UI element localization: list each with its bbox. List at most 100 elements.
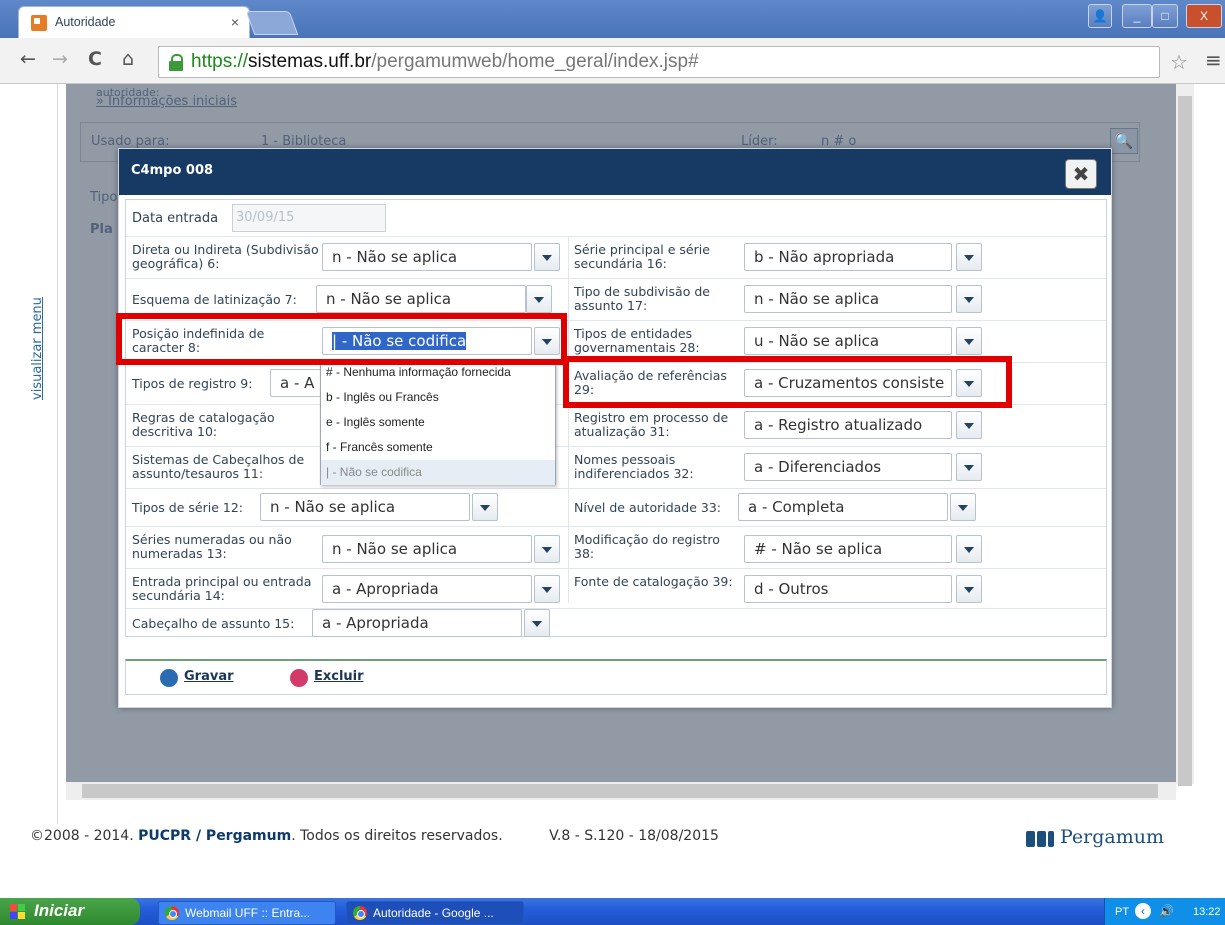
lock-icon — [169, 54, 183, 71]
cabecalho-assunto-label: Cabeçalho de assunto 15: — [132, 616, 295, 631]
clock: 13:22 — [1193, 906, 1221, 918]
reload-icon[interactable]: C — [88, 48, 102, 70]
tipos-entidades-select[interactable]: u - Não se aplica — [744, 327, 952, 355]
usado-para-label: Usado para: — [91, 134, 170, 149]
chevron-down-icon[interactable] — [956, 411, 982, 439]
entrada-principal-select[interactable]: a - Apropriada — [322, 575, 532, 603]
back-icon[interactable]: ← — [20, 48, 36, 70]
dropdown-option-selected[interactable]: | - Não se codifica — [321, 460, 555, 485]
chevron-down-icon[interactable] — [472, 493, 498, 521]
new-tab-button[interactable] — [245, 11, 299, 35]
start-button[interactable]: Iniciar — [0, 898, 140, 925]
tipos-serie-select[interactable]: n - Não se aplica — [260, 493, 470, 521]
minimize-button[interactable]: _ — [1122, 4, 1152, 28]
volume-icon[interactable]: 🔊 — [1159, 904, 1174, 918]
browser-tab[interactable]: Autoridade × — [18, 6, 250, 38]
page-footer: ©2008 - 2014. PUCPR / Pergamum. Todos os… — [30, 828, 1190, 848]
direta-select[interactable]: n - Não se aplica — [322, 243, 532, 271]
home-icon[interactable]: ⌂ — [122, 48, 134, 70]
taskbar-item-autoridade-label: Autoridade - Google ... — [373, 906, 494, 920]
chevron-down-icon[interactable] — [524, 609, 550, 637]
dropdown-option[interactable]: e - Inglês somente — [321, 410, 555, 435]
chevron-down-icon[interactable] — [534, 575, 560, 603]
bookmark-star-icon[interactable]: ☆ — [1170, 50, 1188, 74]
pergamum-logo-text: Pergamum — [1060, 826, 1165, 848]
vertical-scrollbar[interactable] — [1176, 84, 1194, 786]
tipo-label: Tipo — [90, 190, 118, 205]
chevron-down-icon[interactable] — [956, 285, 982, 313]
form-row: Regras de catalogação descritiva 10: Reg… — [126, 405, 1106, 447]
modificacao-select[interactable]: # - Não se aplica — [744, 535, 952, 563]
nivel-autoridade-label: Nível de autoridade 33: — [574, 500, 722, 515]
field-form: Data entrada 30/09/15 Direta ou Indireta… — [125, 199, 1107, 637]
form-row: Entrada principal ou entrada secundária … — [126, 569, 1106, 609]
info-link[interactable]: » Informações iniciais — [96, 94, 237, 109]
dropdown-option[interactable]: f - Francês somente — [321, 435, 555, 460]
tab-title: Autoridade — [55, 15, 116, 29]
taskbar-item-webmail-label: Webmail UFF :: Entra... — [185, 906, 311, 920]
posicao-dropdown-list: # - Nenhuma informação fornecida b - Ing… — [320, 359, 556, 485]
fonte-catalogacao-select[interactable]: d - Outros — [744, 575, 952, 603]
horizontal-scrollbar[interactable] — [66, 782, 1176, 800]
dropdown-option[interactable]: b - Inglês ou Francês — [321, 385, 555, 410]
chevron-down-icon[interactable] — [956, 575, 982, 603]
profile-icon[interactable]: 👤 — [1088, 4, 1112, 28]
highlight-box-posicao — [116, 313, 567, 365]
chevron-down-icon[interactable] — [950, 493, 976, 521]
lider-search-icon[interactable]: 🔍 — [1110, 128, 1138, 154]
form-row: Cabeçalho de assunto 15: a - Apropriada — [126, 609, 1106, 637]
modal-actions: Gravar Excluir — [125, 659, 1107, 695]
nivel-autoridade-select[interactable]: a - Completa — [738, 493, 948, 521]
chevron-down-icon[interactable] — [956, 243, 982, 271]
form-row: Data entrada 30/09/15 — [126, 200, 1106, 237]
fonte-catalogacao-label: Fonte de catalogação 39: — [574, 574, 733, 589]
tab-close-icon[interactable]: × — [231, 14, 239, 30]
vertical-scrollbar-thumb[interactable] — [1178, 96, 1192, 786]
address-bar[interactable]: https://sistemas.uff.br/pergamumweb/home… — [158, 46, 1160, 78]
taskbar-item-autoridade[interactable]: Autoridade - Google ... — [346, 901, 524, 925]
language-indicator[interactable]: PT — [1115, 906, 1129, 918]
side-menu: visualizar menu — [28, 84, 58, 824]
nomes-pessoais-select[interactable]: a - Diferenciados — [744, 453, 952, 481]
url-path: /pergamumweb/home_geral/index.jsp# — [371, 51, 699, 72]
tipo-subdivisao-select[interactable]: n - Não se aplica — [744, 285, 952, 313]
copyright-brand: PUCPR / Pergamum — [138, 828, 292, 844]
close-window-button[interactable]: X — [1186, 4, 1222, 28]
campo-008-modal: C4mpo 008 ✖ Data entrada 30/09/15 Direta… — [118, 148, 1112, 708]
form-row: Séries numeradas ou não numeradas 13: n … — [126, 527, 1106, 569]
usado-para-value: 1 - Biblioteca — [261, 134, 347, 149]
chevron-down-icon[interactable] — [956, 535, 982, 563]
save-icon — [160, 669, 178, 687]
form-row: Direta ou Indireta (Subdivisão geográfic… — [126, 237, 1106, 279]
excluir-button[interactable]: Excluir — [290, 669, 364, 687]
delete-icon — [290, 669, 308, 687]
chrome-icon — [353, 906, 367, 920]
visualizar-menu-link[interactable]: visualizar menu — [30, 270, 45, 400]
esquema-select[interactable]: n - Não se aplica — [316, 285, 526, 313]
data-entrada-field[interactable]: 30/09/15 — [232, 204, 386, 232]
regras-label: Regras de catalogação descritiva 10: — [132, 410, 275, 439]
registro-processo-select[interactable]: a - Registro atualizado — [744, 411, 952, 439]
taskbar-item-webmail[interactable]: Webmail UFF :: Entra... — [158, 901, 336, 925]
modal-title: C4mpo 008 — [131, 163, 214, 178]
pla-label: Pla — [90, 222, 113, 237]
chevron-down-icon[interactable] — [956, 453, 982, 481]
forward-icon[interactable]: → — [52, 48, 68, 70]
gravar-button[interactable]: Gravar — [160, 669, 234, 687]
tab-favicon-icon — [31, 15, 47, 31]
modal-close-button[interactable]: ✖ — [1065, 159, 1097, 189]
menu-icon[interactable]: ≡ — [1205, 48, 1222, 72]
serie-principal-select[interactable]: b - Não apropriada — [744, 243, 952, 271]
maximize-button[interactable]: □ — [1152, 4, 1178, 28]
url-scheme: https:// — [191, 51, 249, 72]
cabecalho-assunto-select[interactable]: a - Apropriada — [312, 609, 522, 637]
chevron-down-icon[interactable] — [534, 243, 560, 271]
chevron-down-icon[interactable] — [956, 327, 982, 355]
horizontal-scrollbar-thumb[interactable] — [82, 784, 1158, 798]
chevron-down-icon[interactable] — [526, 285, 552, 313]
chevron-down-icon[interactable] — [534, 535, 560, 563]
form-row: Tipos de série 12: n - Não se aplica Nív… — [126, 489, 1106, 527]
series-numeradas-select[interactable]: n - Não se aplica — [322, 535, 532, 563]
form-row: Sistemas de Cabeçalhos de assunto/tesaur… — [126, 447, 1106, 489]
language-switch-icon[interactable]: ‹ — [1135, 903, 1151, 919]
